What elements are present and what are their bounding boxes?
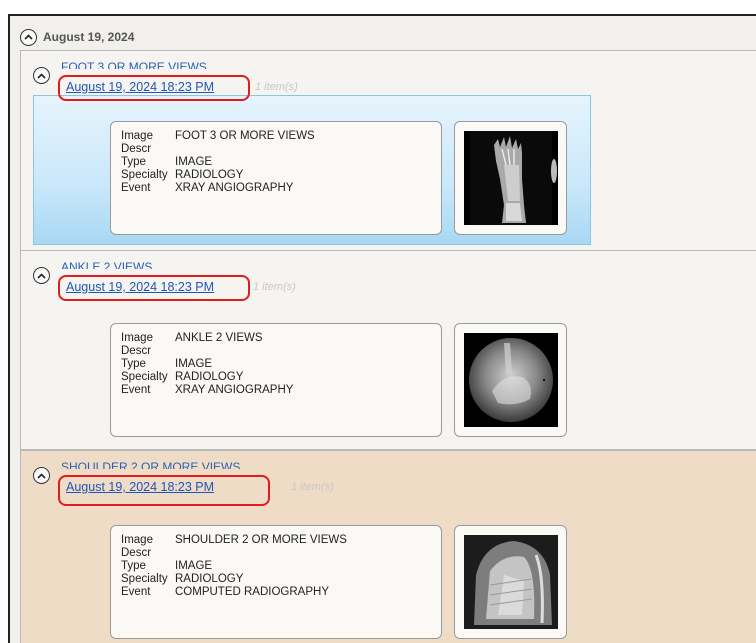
event-value: XRAY ANGIOGRAPHY — [175, 182, 294, 194]
specialty-label: Specialty — [121, 169, 168, 181]
study-row-foot[interactable]: FOOT 3 OR MORE VIEWS August 19, 2024 18:… — [20, 50, 756, 252]
red-annotation-box — [58, 75, 250, 101]
event-label: Event — [121, 384, 151, 396]
event-label: Event — [121, 586, 151, 598]
chevron-up-icon — [37, 472, 46, 479]
item-count: 1 item(s) — [253, 281, 296, 293]
image-descr-label: Image Descr — [121, 130, 153, 155]
ankle-xray-thumbnail — [463, 333, 558, 427]
study-row-shoulder[interactable]: SHOULDER 2 OR MORE VIEWS August 19, 2024… — [20, 450, 756, 643]
type-value: IMAGE — [175, 560, 213, 572]
event-label: Event — [121, 182, 151, 194]
image-thumbnail[interactable] — [454, 323, 567, 437]
chevron-up-icon — [37, 72, 46, 79]
red-annotation-box — [58, 275, 250, 301]
study-title[interactable]: ANKLE 2 VIEWS — [61, 261, 152, 269]
date-group-label: August 19, 2024 — [43, 30, 135, 44]
image-descr-value: ANKLE 2 VIEWS — [175, 332, 263, 344]
image-descr-label: Image Descr — [121, 332, 153, 357]
chevron-up-icon — [37, 272, 46, 279]
specialty-label: Specialty — [121, 573, 168, 585]
type-value: IMAGE — [175, 358, 213, 370]
item-count: 1 item(s) — [255, 81, 298, 93]
collapse-study-button[interactable] — [33, 467, 50, 484]
event-value: COMPUTED RADIOGRAPHY — [175, 586, 329, 598]
date-group-header: August 19, 2024 — [20, 26, 134, 48]
type-label: Type — [121, 358, 146, 370]
chest-xray-thumbnail — [463, 535, 558, 629]
specialty-value: RADIOLOGY — [175, 169, 244, 181]
image-thumbnail[interactable] — [454, 121, 567, 235]
foot-xray-thumbnail — [463, 131, 558, 225]
image-info-card: Image Descr SHOULDER 2 OR MORE VIEWS Type… — [110, 525, 442, 639]
study-title[interactable]: FOOT 3 OR MORE VIEWS — [61, 61, 207, 69]
image-list-panel: August 19, 2024 FOOT 3 OR MORE VIEWS Aug… — [8, 14, 756, 643]
type-value: IMAGE — [175, 156, 213, 168]
type-label: Type — [121, 560, 146, 572]
specialty-value: RADIOLOGY — [175, 371, 244, 383]
image-descr-value: FOOT 3 OR MORE VIEWS — [175, 130, 315, 142]
image-info-card: Image Descr FOOT 3 OR MORE VIEWS Type IMAG… — [110, 121, 442, 235]
specialty-value: RADIOLOGY — [175, 573, 244, 585]
image-thumbnail[interactable] — [454, 525, 567, 639]
specialty-label: Specialty — [121, 371, 168, 383]
collapse-study-button[interactable] — [33, 267, 50, 284]
image-descr-value: SHOULDER 2 OR MORE VIEWS — [175, 534, 347, 546]
red-annotation-box — [58, 475, 270, 506]
study-title[interactable]: SHOULDER 2 OR MORE VIEWS — [61, 461, 240, 469]
image-info-card: Image Descr ANKLE 2 VIEWS Type IMAGE Speci… — [110, 323, 442, 437]
chevron-up-icon — [24, 34, 33, 40]
type-label: Type — [121, 156, 146, 168]
collapse-group-button[interactable] — [20, 28, 37, 46]
item-count: 1 item(s) — [291, 481, 334, 493]
study-row-ankle[interactable]: ANKLE 2 VIEWS August 19, 2024 18:23 PM 1… — [20, 250, 756, 450]
collapse-study-button[interactable] — [33, 67, 50, 84]
image-descr-label: Image Descr — [121, 534, 153, 559]
event-value: XRAY ANGIOGRAPHY — [175, 384, 294, 396]
